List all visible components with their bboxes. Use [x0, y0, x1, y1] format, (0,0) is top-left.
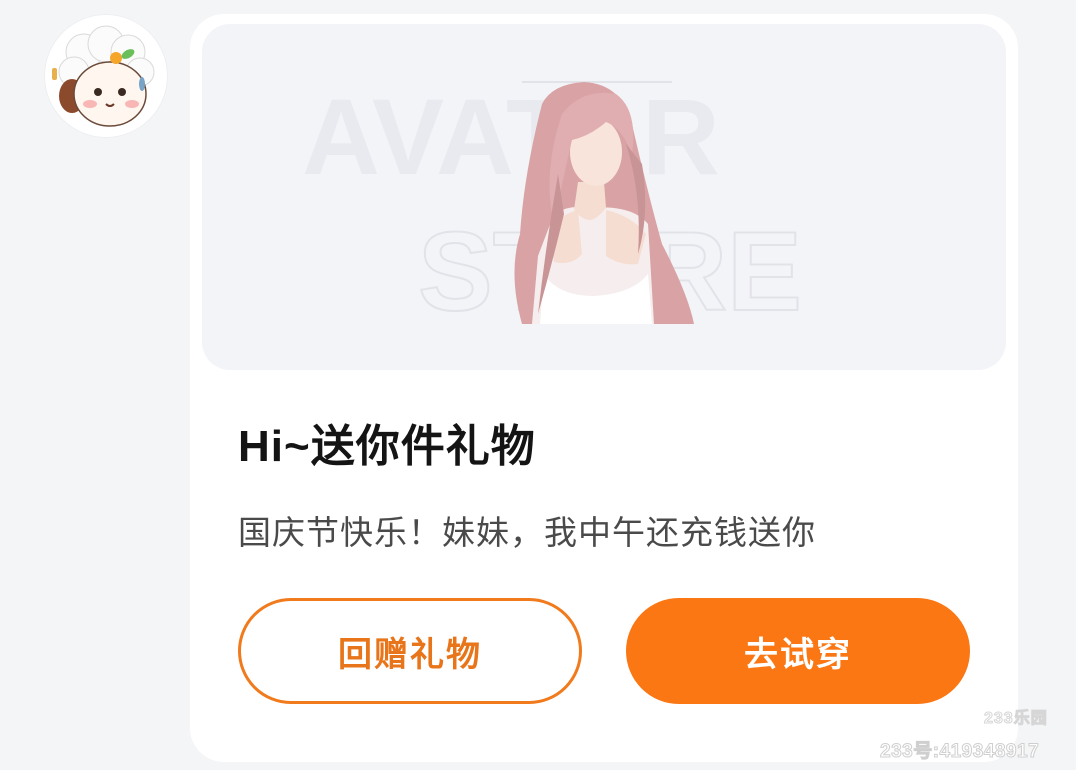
sender-avatar[interactable]	[44, 14, 168, 138]
try-on-button[interactable]: 去试穿	[626, 598, 970, 704]
chat-screen: AVATAR STORE	[0, 0, 1076, 770]
gift-title: Hi~送你件礼物	[238, 422, 536, 471]
avatar-store-illustration: AVATAR STORE	[302, 76, 803, 335]
watermark-id: 233号:419348917	[879, 741, 1040, 763]
gift-banner[interactable]: AVATAR STORE	[202, 24, 1006, 370]
return-gift-button[interactable]: 回赠礼物	[238, 598, 582, 704]
gift-card: AVATAR STORE	[190, 14, 1018, 762]
banner-watermark-avatar: AVATAR	[302, 76, 720, 197]
watermark-logo: 233乐园	[984, 710, 1048, 728]
sheep-avatar-icon	[52, 25, 155, 127]
gift-message: 国庆节快乐！妹妹，我中午还充钱送你	[238, 514, 816, 551]
